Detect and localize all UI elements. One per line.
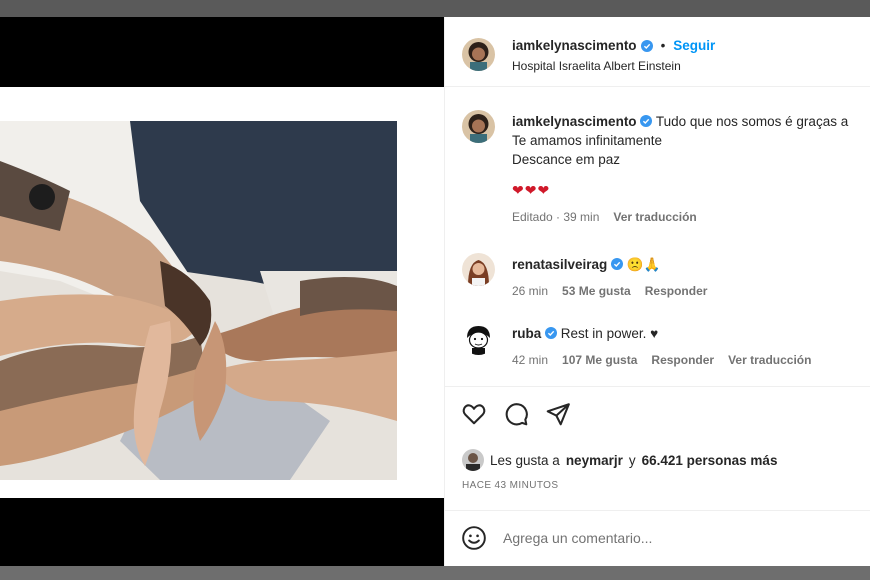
author-username[interactable]: iamkelynascimento (512, 38, 637, 53)
caption-first-line: iamkelynascimento Tudo que nos somos é g… (512, 112, 870, 131)
share-icon[interactable] (545, 401, 571, 427)
comment-first-line: ruba Rest in power. ♥ (512, 324, 870, 343)
bottom-dim-strip (0, 566, 870, 580)
comment-icon[interactable] (503, 401, 529, 427)
comment-meta: 26 min 53 Me gusta Responder (512, 282, 870, 301)
post-photo[interactable] (0, 121, 397, 480)
caption-text-2: Te amamos infinitamente (512, 133, 663, 148)
comment-body: ruba Rest in power. ♥ 42 min 107 Me gust… (512, 324, 870, 370)
author-avatar[interactable] (462, 38, 495, 71)
post-timestamp[interactable]: HACE 43 MINUTOS (462, 480, 558, 491)
verified-icon (640, 39, 653, 52)
comment-time: 26 min (512, 284, 549, 298)
top-dim-bar (0, 0, 870, 17)
caption-avatar[interactable] (462, 110, 495, 143)
likes-prefix: Les gusta a (490, 452, 560, 468)
follow-button[interactable]: Seguir (673, 38, 715, 53)
comment-body: renatasilveirag 🙁🙏 26 min 53 Me gusta Re… (512, 255, 870, 301)
verified-icon (640, 115, 653, 127)
caption-translate-link[interactable]: Ver traducción (613, 208, 696, 227)
comment-meta: 42 min 107 Me gusta Responder Ver traduc… (512, 351, 870, 370)
caption-edited: Editado · 39 min (512, 210, 600, 224)
comment-username[interactable]: renatasilveirag (512, 257, 607, 272)
verified-icon (545, 327, 558, 339)
comment-likes[interactable]: 107 Me gusta (562, 351, 637, 370)
caption-meta: Editado · 39 min Ver traducción (512, 208, 870, 227)
comment-likes[interactable]: 53 Me gusta (562, 282, 631, 301)
comment-first-line: renatasilveirag 🙁🙏 (512, 255, 870, 274)
likes-joiner: y (628, 452, 636, 468)
comments-list: iamkelynascimento Tudo que nos somos é g… (445, 88, 870, 386)
heart-icon[interactable] (461, 401, 487, 427)
verified-icon (611, 258, 624, 270)
separator-dot: • (660, 38, 666, 53)
post-location[interactable]: Hospital Israelita Albert Einstein (512, 59, 681, 73)
comment-username[interactable]: ruba (512, 326, 541, 341)
post-media (0, 17, 444, 566)
comment-input[interactable]: Agrega un comentario... (503, 530, 652, 546)
add-comment-bar: Agrega un comentario... (445, 510, 870, 566)
caption-body: iamkelynascimento Tudo que nos somos é g… (512, 112, 870, 227)
caption-text-1: Tudo que nos somos é graças a (655, 114, 849, 129)
comment-reply-button[interactable]: Responder (651, 351, 714, 370)
likes-user[interactable]: neymarjr (566, 453, 623, 468)
comment-text: Rest in power. ♥ (560, 326, 659, 341)
comment-reply-button[interactable]: Responder (645, 282, 708, 301)
action-bar (461, 401, 571, 427)
likes-summary: Les gusta a neymarjr y 66.421 personas m… (462, 449, 777, 471)
post-header: iamkelynascimento • Seguir Hospital Isra… (445, 17, 870, 87)
broken-hearts-emoji: ❤❤❤ (512, 182, 551, 198)
commenter-avatar[interactable] (462, 322, 495, 355)
likes-others[interactable]: 66.421 personas más (642, 453, 778, 468)
author-line: iamkelynascimento • Seguir (512, 38, 715, 53)
post-panel: iamkelynascimento • Seguir Hospital Isra… (444, 17, 870, 566)
comment-time: 42 min (512, 353, 549, 367)
comment-text: 🙁🙏 (626, 257, 661, 272)
commenter-avatar[interactable] (462, 253, 495, 286)
caption-username[interactable]: iamkelynascimento (512, 114, 637, 129)
caption-text-3: Descance em paz (512, 152, 621, 167)
post-actions-section: Les gusta a neymarjr y 66.421 personas m… (445, 386, 870, 508)
emoji-icon[interactable] (461, 525, 487, 551)
comment-translate-link[interactable]: Ver traducción (728, 351, 811, 370)
liker-avatar[interactable] (462, 449, 484, 471)
